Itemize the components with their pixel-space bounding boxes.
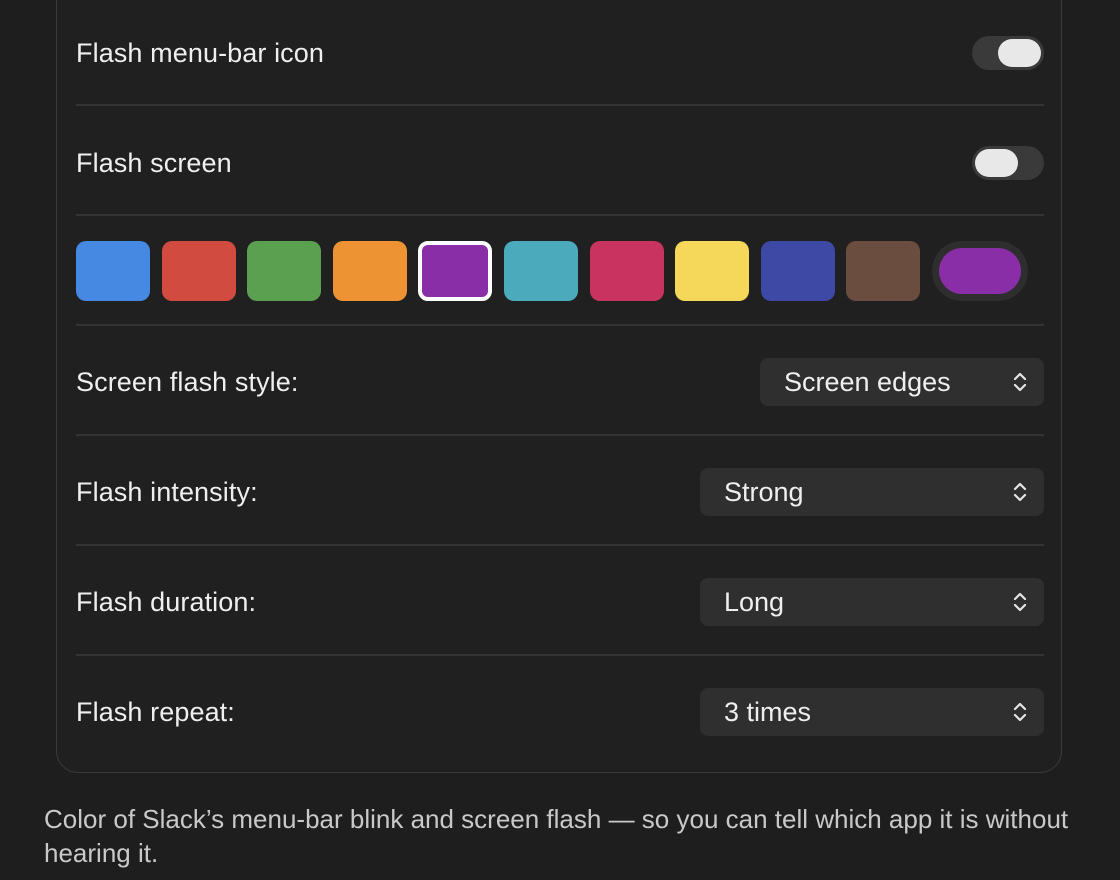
divider [76, 104, 1044, 106]
flash-menu-bar-icon-row: Flash menu-bar icon [76, 31, 1044, 75]
divider [76, 544, 1044, 546]
color-swatch-indigo[interactable] [760, 241, 835, 301]
divider [76, 654, 1044, 656]
flash-intensity-row: Flash intensity: Strong [76, 468, 1044, 516]
color-swatch-pink[interactable] [589, 241, 664, 301]
flash-repeat-value: 3 times [724, 696, 812, 727]
screen-flash-style-value: Screen edges [784, 366, 951, 397]
screen-flash-style-select[interactable]: Screen edges [760, 358, 1044, 406]
color-swatch-picker [76, 241, 1028, 301]
flash-intensity-value: Strong [724, 476, 804, 507]
flash-duration-select[interactable]: Long [700, 578, 1044, 626]
color-swatch-orange[interactable] [332, 241, 407, 301]
divider [76, 434, 1044, 436]
flash-repeat-label: Flash repeat: [76, 696, 235, 727]
flash-intensity-label: Flash intensity: [76, 476, 258, 507]
color-swatch-brown[interactable] [846, 241, 921, 301]
flash-duration-value: Long [724, 586, 785, 617]
divider [76, 214, 1044, 216]
flash-screen-row: Flash screen [76, 141, 1044, 185]
up-down-chevron-icon [1013, 482, 1027, 502]
color-swatch-yellow[interactable] [675, 241, 750, 301]
flash-intensity-select[interactable]: Strong [700, 468, 1044, 516]
up-down-chevron-icon [1013, 592, 1027, 612]
screen-flash-style-row: Screen flash style: Screen edges [76, 358, 1044, 406]
color-swatch-purple[interactable] [418, 241, 493, 301]
screen-flash-style-label: Screen flash style: [76, 366, 299, 397]
flash-duration-label: Flash duration: [76, 586, 257, 617]
flash-menu-bar-icon-label: Flash menu-bar icon [76, 37, 325, 68]
flash-screen-label: Flash screen [76, 147, 232, 178]
up-down-chevron-icon [1013, 702, 1027, 722]
flash-menu-bar-icon-toggle[interactable] [972, 36, 1044, 70]
toggle-knob [975, 149, 1018, 177]
flash-duration-row: Flash duration: Long [76, 578, 1044, 626]
color-swatch-red[interactable] [161, 241, 236, 301]
toggle-knob [998, 39, 1041, 67]
color-swatch-green[interactable] [247, 241, 322, 301]
flash-screen-toggle[interactable] [972, 146, 1044, 180]
flash-repeat-select[interactable]: 3 times [700, 688, 1044, 736]
color-help-text: Color of Slack’s menu-bar blink and scre… [44, 804, 1069, 868]
custom-color-pill [938, 248, 1021, 294]
up-down-chevron-icon [1013, 372, 1027, 392]
color-swatch-teal[interactable] [503, 241, 578, 301]
flash-repeat-row: Flash repeat: 3 times [76, 688, 1044, 736]
divider [76, 324, 1044, 326]
color-swatch-blue[interactable] [76, 241, 150, 301]
custom-color-well[interactable] [931, 241, 1028, 301]
